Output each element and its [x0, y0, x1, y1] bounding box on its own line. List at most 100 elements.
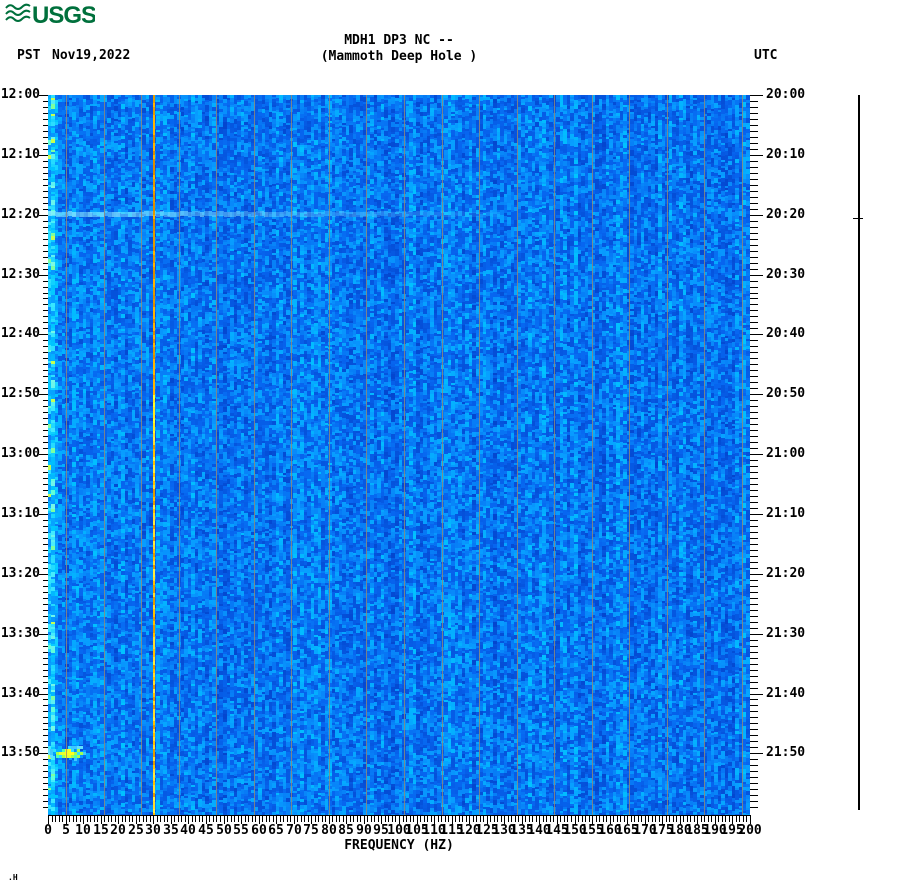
y-axis-minor-tick	[43, 197, 48, 198]
y-axis-label-utc: 21:10	[766, 506, 806, 521]
y-axis-minor-tick-right	[750, 316, 758, 317]
spectrogram-canvas	[48, 95, 750, 815]
y-axis-label-pst: 12:20	[0, 207, 40, 222]
y-axis-minor-tick-right	[750, 412, 758, 413]
y-axis-minor-tick	[43, 478, 48, 479]
x-axis-minor-tick	[195, 815, 196, 822]
x-axis-minor-tick	[711, 815, 712, 822]
y-axis-major-tick	[39, 334, 48, 335]
y-axis-minor-tick-right	[750, 233, 758, 234]
y-axis-minor-tick	[43, 263, 48, 264]
y-axis-minor-tick	[43, 472, 48, 473]
y-axis-minor-tick-right	[750, 556, 758, 557]
x-axis-label: 55	[233, 823, 249, 838]
y-axis-major-tick-right	[750, 334, 763, 335]
x-axis-minor-tick	[262, 815, 263, 822]
y-axis-minor-tick	[43, 592, 48, 593]
x-axis-minor-tick	[160, 815, 161, 822]
x-axis-minor-tick	[410, 815, 411, 822]
y-axis-major-tick	[39, 753, 48, 754]
y-axis-major-tick-right	[750, 753, 763, 754]
x-axis-minor-tick	[157, 815, 158, 822]
y-axis-minor-tick-right	[750, 131, 758, 132]
y-axis-minor-tick-right	[750, 658, 758, 659]
x-axis-minor-tick	[459, 815, 460, 822]
x-axis-minor-tick	[543, 815, 544, 822]
x-axis-minor-tick	[617, 815, 618, 822]
x-axis-minor-tick	[220, 815, 221, 822]
x-axis-minor-tick	[722, 815, 723, 822]
x-axis-minor-tick	[585, 815, 586, 822]
x-axis-minor-tick	[385, 815, 386, 822]
y-axis-major-tick	[39, 454, 48, 455]
y-axis-minor-tick	[43, 676, 48, 677]
y-axis-minor-tick-right	[750, 466, 758, 467]
y-axis-minor-tick-right	[750, 430, 758, 431]
x-axis-label: 70	[286, 823, 302, 838]
x-axis-minor-tick	[571, 815, 572, 822]
y-axis-minor-tick-right	[750, 191, 758, 192]
y-axis-minor-tick	[43, 807, 48, 808]
y-axis-minor-tick-right	[750, 340, 758, 341]
y-axis-minor-tick-right	[750, 346, 758, 347]
y-axis-minor-tick-right	[750, 203, 758, 204]
x-axis-minor-tick	[139, 815, 140, 822]
y-axis-minor-tick-right	[750, 735, 758, 736]
y-axis-minor-tick	[43, 358, 48, 359]
y-axis-minor-tick-right	[750, 496, 758, 497]
y-axis-label-utc: 21:00	[766, 446, 806, 461]
y-axis-minor-tick	[43, 670, 48, 671]
y-axis-minor-tick	[43, 418, 48, 419]
y-axis-minor-tick-right	[750, 610, 758, 611]
y-axis-major-tick	[39, 514, 48, 515]
x-axis-label: 0	[44, 823, 52, 838]
y-axis-minor-tick-right	[750, 101, 758, 102]
frequency-axis-title: FREQUENCY (HZ)	[344, 838, 454, 853]
y-axis-minor-tick	[43, 622, 48, 623]
y-axis-minor-tick-right	[750, 442, 758, 443]
y-axis-major-tick-right	[750, 394, 763, 395]
y-axis-minor-tick	[43, 550, 48, 551]
y-axis-minor-tick	[43, 430, 48, 431]
x-axis-minor-tick	[546, 815, 547, 822]
y-axis-minor-tick-right	[750, 209, 758, 210]
x-axis-minor-tick	[388, 815, 389, 822]
y-axis-minor-tick-right	[750, 646, 758, 647]
x-axis-minor-tick	[202, 815, 203, 822]
x-axis-minor-tick	[529, 815, 530, 822]
y-axis-minor-tick-right	[750, 801, 758, 802]
y-axis-minor-tick	[43, 370, 48, 371]
y-axis-minor-tick	[43, 688, 48, 689]
x-axis-minor-tick	[669, 815, 670, 822]
y-axis-minor-tick-right	[750, 179, 758, 180]
y-axis-minor-tick-right	[750, 795, 758, 796]
y-axis-major-tick-right	[750, 155, 763, 156]
y-axis-minor-tick	[43, 328, 48, 329]
y-axis-label-utc: 20:30	[766, 267, 806, 282]
usgs-logo: USGS	[5, 2, 98, 29]
y-axis-minor-tick	[43, 143, 48, 144]
y-axis-major-tick-right	[750, 215, 763, 216]
y-axis-minor-tick	[43, 616, 48, 617]
y-axis-minor-tick-right	[750, 149, 758, 150]
y-axis-minor-tick-right	[750, 652, 758, 653]
y-axis-minor-tick-right	[750, 550, 758, 551]
y-axis-minor-tick-right	[750, 364, 758, 365]
x-axis-minor-tick	[238, 815, 239, 822]
y-axis-minor-tick-right	[750, 436, 758, 437]
y-axis-minor-tick-right	[750, 705, 758, 706]
x-axis-minor-tick	[599, 815, 600, 822]
chart-subtitle: (Mammoth Deep Hole )	[320, 49, 478, 64]
x-axis-minor-tick	[624, 815, 625, 822]
x-axis-minor-tick	[638, 815, 639, 822]
x-axis-minor-tick	[596, 815, 597, 822]
y-axis-major-tick-right	[750, 454, 763, 455]
y-axis-minor-tick	[43, 364, 48, 365]
x-axis-minor-tick	[304, 815, 305, 822]
y-axis-minor-tick	[43, 532, 48, 533]
x-axis-minor-tick	[494, 815, 495, 822]
y-axis-minor-tick	[43, 580, 48, 581]
y-axis-minor-tick-right	[750, 622, 758, 623]
x-axis-minor-tick	[438, 815, 439, 822]
y-axis-minor-tick-right	[750, 287, 758, 288]
